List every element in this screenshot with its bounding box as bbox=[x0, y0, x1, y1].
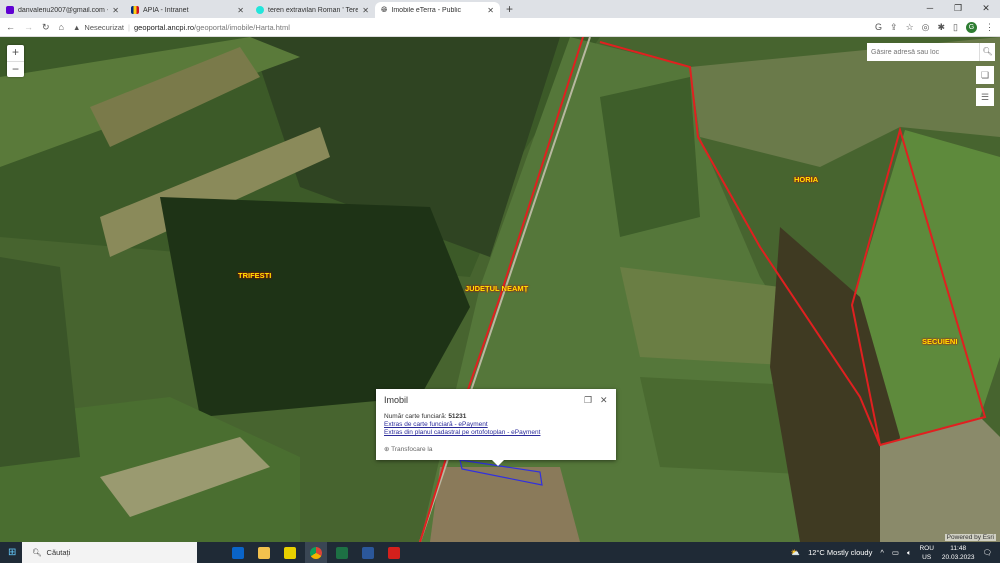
tray-chevron-icon[interactable]: ^ bbox=[880, 548, 884, 557]
address-search: 🔍︎ bbox=[867, 43, 995, 61]
extension-icon[interactable]: ◎ bbox=[922, 22, 930, 33]
close-tab-icon[interactable]: ✕ bbox=[237, 6, 244, 15]
search-input[interactable] bbox=[867, 48, 979, 56]
tab-olx[interactable]: teren extravilan Roman ' Terenuri✕ bbox=[250, 2, 375, 18]
taskbar-search[interactable]: 🔍︎ Căutați bbox=[22, 542, 197, 563]
flag-icon bbox=[131, 6, 139, 14]
new-tab-button[interactable]: + bbox=[500, 2, 519, 18]
olx-icon bbox=[256, 6, 264, 14]
globe-icon: 🌐︎ bbox=[381, 5, 388, 14]
windows-start-icon[interactable]: ⊞ bbox=[8, 547, 16, 558]
avatar[interactable]: G bbox=[966, 21, 977, 33]
label-secuieni: SECUIENI bbox=[922, 337, 958, 346]
tab-eterra[interactable]: 🌐︎ Imobile eTerra - Public ✕ bbox=[375, 2, 500, 18]
chrome-icon[interactable] bbox=[305, 542, 327, 563]
popup-title: Imobil bbox=[384, 395, 409, 405]
url-field[interactable]: ▲ Nesecurizat | geoportal.ancpi.ro/geopo… bbox=[73, 23, 290, 32]
maximize-button[interactable]: ❐ bbox=[944, 0, 972, 16]
parcel-popup: Imobil ❐ ✕ Număr carte funciară: 51231 E… bbox=[376, 389, 616, 466]
share-icon[interactable]: ⇪ bbox=[890, 22, 898, 33]
list-icon: ☰ bbox=[980, 92, 990, 102]
google-icon[interactable]: G bbox=[875, 22, 882, 32]
extras-plan-link[interactable]: Extras din planul cadastral pe ortofotop… bbox=[384, 429, 608, 437]
label-trifesti: TRIFESTI bbox=[238, 271, 272, 280]
bookmark-star-icon[interactable]: ☆ bbox=[906, 22, 914, 33]
weather-text[interactable]: 12°C Mostly cloudy bbox=[808, 548, 872, 557]
notifications-icon[interactable]: 🗨︎ bbox=[982, 548, 992, 557]
zoom-out-button[interactable]: − bbox=[7, 61, 24, 77]
forward-icon[interactable]: → bbox=[24, 22, 33, 32]
attribution[interactable]: Powered by Esri bbox=[944, 534, 996, 541]
tab-yahoo-mail[interactable]: danvaleriu2007@gmail.com - Yah✕ bbox=[0, 2, 125, 18]
close-tab-icon[interactable]: ✕ bbox=[112, 6, 119, 15]
acrobat-icon[interactable] bbox=[383, 542, 405, 563]
legend-button[interactable]: ☰ bbox=[976, 88, 994, 106]
tab-bar: danvaleriu2007@gmail.com - Yah✕ APIA - I… bbox=[0, 0, 1000, 18]
minimize-button[interactable]: ─ bbox=[916, 0, 944, 16]
zoom-magnifier-icon: ⊕ bbox=[384, 446, 390, 453]
close-tab-icon[interactable]: ✕ bbox=[362, 6, 369, 15]
word-icon[interactable] bbox=[357, 542, 379, 563]
label-judet: JUDEȚUL NEAMȚ bbox=[465, 284, 529, 293]
language-indicator[interactable]: ROU US bbox=[919, 544, 933, 562]
basemap-button[interactable]: ❏ bbox=[976, 66, 994, 84]
weather-icon[interactable]: ⛅ bbox=[791, 548, 800, 557]
search-icon[interactable]: 🔍︎ bbox=[979, 43, 995, 61]
dock-icon[interactable]: ❐ bbox=[584, 395, 592, 406]
warning-icon: ▲ bbox=[72, 22, 81, 32]
zoom-to-button[interactable]: ⊕ Transfocare la bbox=[384, 445, 608, 453]
menu-icon[interactable]: ⋮ bbox=[985, 22, 994, 33]
clock[interactable]: 11:48 20.03.2023 bbox=[942, 544, 975, 562]
file-explorer-icon[interactable] bbox=[253, 542, 275, 563]
close-window-button[interactable]: ✕ bbox=[972, 0, 1000, 16]
network-icon[interactable]: ▭ bbox=[892, 548, 899, 557]
tab-apia[interactable]: APIA - Intranet ✕ bbox=[125, 2, 250, 18]
close-tab-icon[interactable]: ✕ bbox=[487, 6, 494, 15]
security-label: Nesecurizat bbox=[84, 22, 125, 32]
search-icon: 🔍︎ bbox=[32, 548, 42, 557]
zoom-in-button[interactable]: + bbox=[7, 45, 24, 61]
outlook-icon[interactable] bbox=[227, 542, 249, 563]
home-icon[interactable]: ⌂ bbox=[59, 22, 64, 32]
excel-icon[interactable] bbox=[331, 542, 353, 563]
extras-cf-link[interactable]: Extras de carte funciară - ePayment bbox=[384, 421, 608, 429]
volume-icon[interactable]: 🔈︎ bbox=[907, 548, 912, 558]
label-horia: HORIA bbox=[794, 175, 819, 184]
reload-icon[interactable]: ↻ bbox=[42, 22, 50, 33]
sticky-notes-icon[interactable] bbox=[279, 542, 301, 563]
sidepanel-icon[interactable]: ▯ bbox=[953, 22, 958, 33]
layers-icon: ❏ bbox=[980, 70, 990, 80]
address-bar: ← → ↻ ⌂ ▲ Nesecurizat | geoportal.ancpi.… bbox=[0, 18, 1000, 37]
mail-icon bbox=[6, 6, 14, 14]
map-view[interactable]: + − 🔍︎ ❏ ☰ TRIFESTI JUDEȚUL NEAMȚ HORIA … bbox=[0, 37, 1000, 542]
back-icon[interactable]: ← bbox=[6, 22, 15, 32]
cf-number: 51231 bbox=[448, 413, 467, 420]
taskbar: ⊞ 🔍︎ Căutați ⛅ 12°C Mostly cloudy ^ ▭ 🔈︎ … bbox=[0, 542, 1000, 563]
close-icon[interactable]: ✕ bbox=[600, 395, 608, 406]
zoom-control: + − bbox=[7, 45, 24, 77]
puzzle-icon[interactable]: ✱ bbox=[938, 22, 946, 33]
